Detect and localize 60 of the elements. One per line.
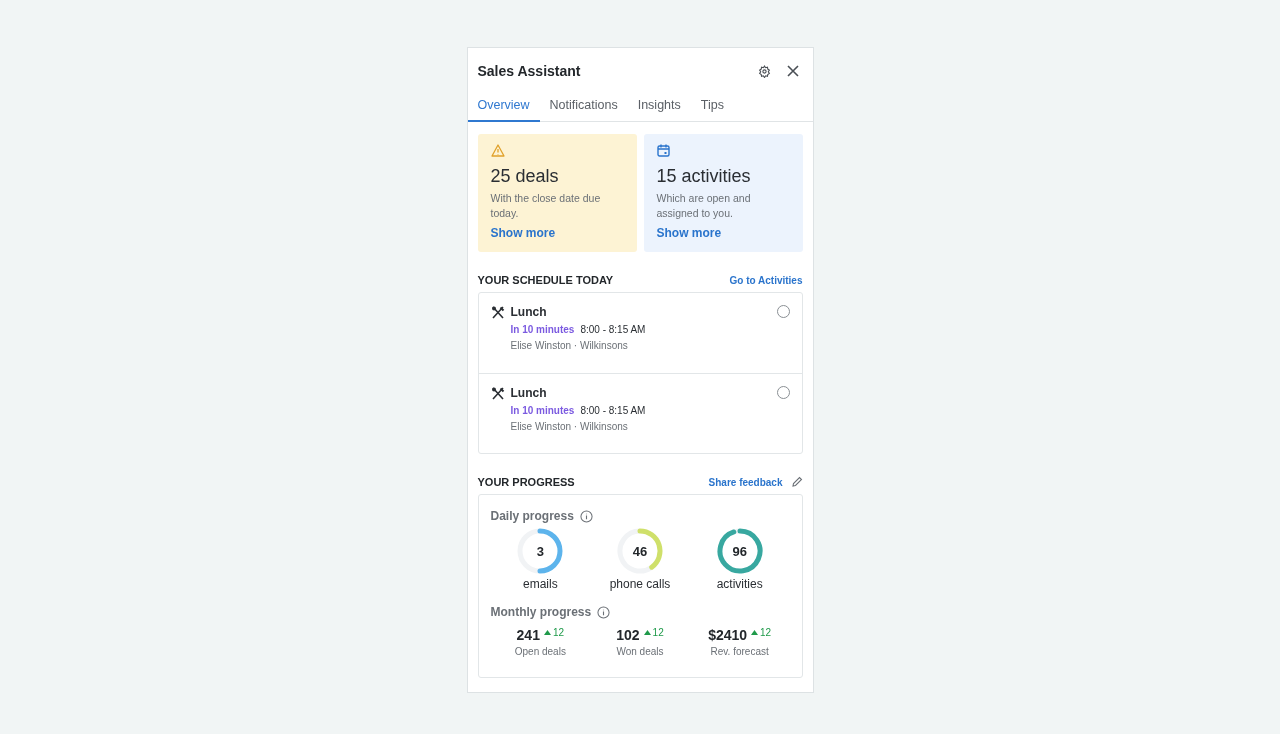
close-icon [786,65,799,77]
time-range: 8:00 - 8:15 AM [580,324,646,335]
item-title: Lunch [510,386,547,400]
up-triangle-icon [751,630,759,635]
stat-value: 102 [616,627,640,643]
warning-icon [490,144,505,157]
tab[interactable]: Overview [467,95,540,122]
due-label: In 10 minutes [510,324,575,335]
item-title: Lunch [510,305,547,319]
card-count: 15 activities [656,166,752,187]
ring-value: 96 [732,543,747,559]
schedule-item[interactable]: Lunch In 10 minutes 8:00 - 8:15 AM Elise Winston · Wilkinsons [478,373,802,453]
stat-change: 12 [552,627,565,638]
tab[interactable]: Tips [690,95,734,122]
info-icon [579,509,593,523]
ring-track [732,528,740,535]
activities-link[interactable]: Go to Activities [729,274,803,286]
close-button[interactable] [786,65,799,77]
card-description: With the close date due today. [490,191,602,221]
tab[interactable]: Insights [627,95,691,122]
ring-value: 3 [536,543,544,559]
stat-value: 241 [516,627,540,643]
pencil-icon[interactable] [790,476,803,488]
section-heading: YOUR PROGRESS [477,476,575,488]
ring-value: 46 [632,543,648,559]
due-label: In 10 minutes [510,405,575,416]
settings-button[interactable] [757,64,771,78]
time-range: 8:00 - 8:15 AM [580,405,646,416]
card-count: 25 deals [490,166,560,187]
panel-title: Sales Assistant [477,63,582,79]
ring-label: emails [523,577,558,591]
settings-icon [757,64,771,78]
show-more-link[interactable]: Show more [490,226,556,240]
up-triangle-icon [543,630,551,635]
stat-change: 12 [652,627,664,638]
stat-label: Open deals [514,646,566,657]
stat-label: Won deals [616,646,664,657]
attendees: Elise Winston · Wilkinsons [509,340,629,351]
ring-label: phone calls [609,577,671,591]
ring-track [617,528,654,574]
attendees: Elise Winston · Wilkinsons [509,421,629,432]
feedback-link[interactable]: Share feedback [708,476,783,488]
ring-label: activities [716,577,763,591]
tab[interactable]: Notifications [539,95,628,122]
done-radio[interactable] [776,305,790,318]
card-description: Which are open and assigned to you. [656,191,752,221]
stat-label: Rev. forecast [710,646,769,657]
stat-value: $2410 [708,627,748,643]
daily-progress-title: Daily progress [490,509,574,523]
schedule-item[interactable]: Lunch In 10 minutes 8:00 - 8:15 AM Elise Winston · Wilkinsons [478,293,802,373]
show-more-link[interactable]: Show more [656,226,722,240]
stat-change: 12 [760,627,772,638]
section-heading: YOUR SCHEDULE TODAY [477,274,614,286]
done-radio[interactable] [776,386,790,399]
calendar-icon [656,144,670,157]
monthly-progress-title: Monthly progress [490,605,592,619]
fork-knife-icon [490,386,505,400]
info-icon [597,605,611,619]
up-triangle-icon [643,630,651,635]
fork-knife-icon [490,305,505,319]
